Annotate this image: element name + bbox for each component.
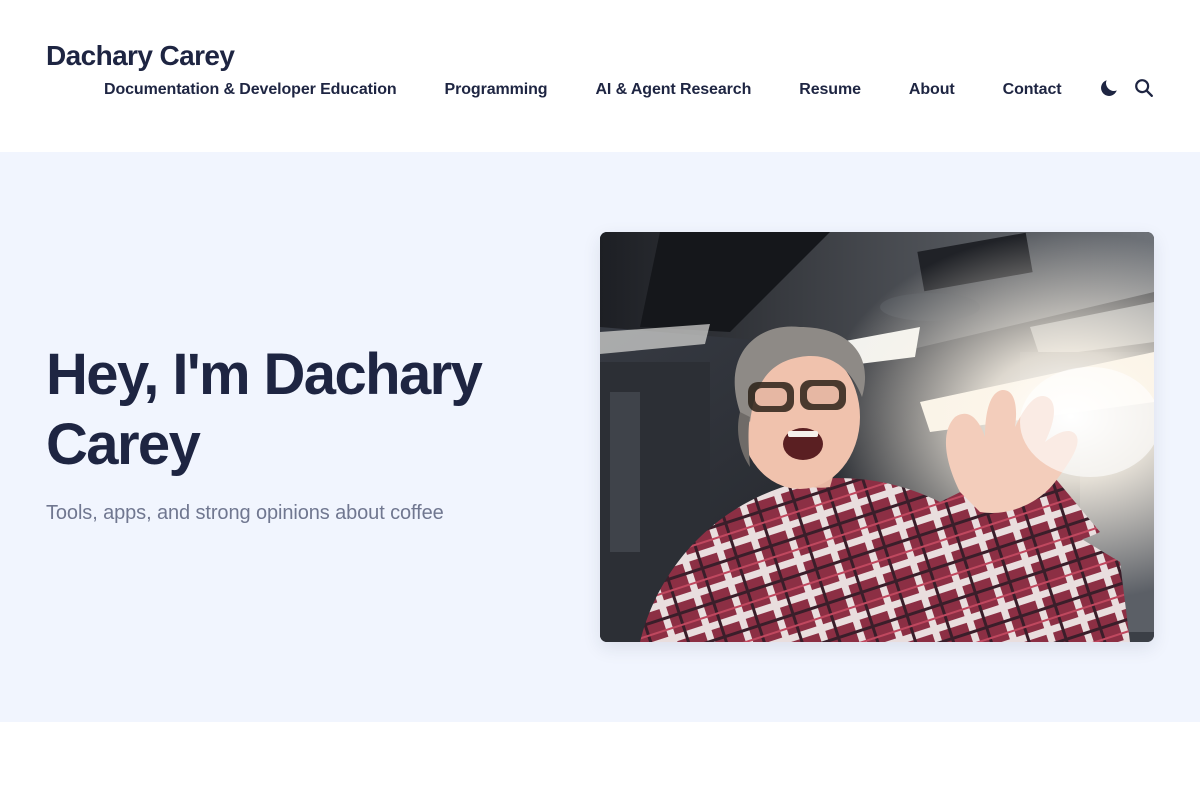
hero-title: Hey, I'm Dachary Carey bbox=[46, 342, 483, 477]
nav-link-about[interactable]: About bbox=[909, 81, 955, 99]
nav-link-programming[interactable]: Programming bbox=[445, 81, 548, 99]
hero-photo bbox=[600, 232, 1154, 642]
hero-section: Hey, I'm Dachary Carey Tools, apps, and … bbox=[0, 152, 1200, 722]
hero-subtitle: Tools, apps, and strong opinions about c… bbox=[46, 502, 444, 524]
search-button[interactable] bbox=[1132, 76, 1156, 100]
main-nav: Documentation & Developer Education Prog… bbox=[104, 81, 1062, 99]
site-header: Dachary Carey Documentation & Developer … bbox=[0, 0, 1200, 152]
search-icon bbox=[1135, 79, 1153, 97]
nav-link-ai-agent-research[interactable]: AI & Agent Research bbox=[595, 81, 751, 99]
theme-toggle-button[interactable] bbox=[1097, 76, 1121, 100]
nav-link-contact[interactable]: Contact bbox=[1003, 81, 1062, 99]
nav-link-resume[interactable]: Resume bbox=[799, 81, 861, 99]
site-title-link[interactable]: Dachary Carey bbox=[46, 40, 235, 72]
nav-link-documentation[interactable]: Documentation & Developer Education bbox=[104, 81, 397, 99]
moon-icon bbox=[1101, 80, 1117, 96]
